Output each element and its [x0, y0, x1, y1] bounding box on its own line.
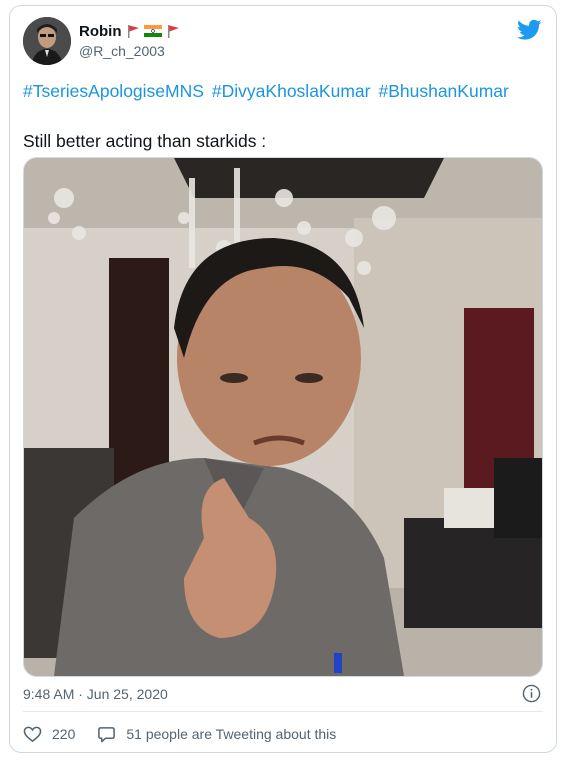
hashtag-link[interactable]: #BhushanKumar [378, 81, 508, 101]
like-button[interactable]: 220 [23, 725, 75, 744]
video-frame [24, 158, 542, 676]
hashtag-link[interactable]: #DivyaKhoslaKumar [212, 81, 371, 101]
red-flag-icon [167, 25, 179, 38]
info-icon[interactable] [522, 684, 541, 703]
conversation-button[interactable]: 51 people are Tweeting about this [97, 725, 336, 744]
tweet-text: Still better acting than starkids : [23, 131, 267, 151]
hashtag-list: #TseriesApologiseMNS #DivyaKhoslaKumar #Bh… [23, 81, 517, 102]
like-count: 220 [52, 726, 76, 742]
tweet-timestamp[interactable]: 9:48 AM · Jun 25, 2020 [23, 686, 168, 702]
india-flag-icon [143, 25, 162, 37]
video-thumbnail[interactable] [23, 157, 543, 677]
hashtag-link[interactable]: #TseriesApologiseMNS [23, 81, 204, 101]
tweet-card: Robin @R_ch_2003 #TseriesApologiseMNS #Di… [9, 5, 557, 753]
heart-icon [23, 726, 42, 742]
user-handle[interactable]: @R_ch_2003 [79, 43, 165, 59]
twitter-bird-icon[interactable] [517, 19, 542, 41]
avatar[interactable] [23, 17, 71, 65]
red-flag-icon [127, 25, 139, 38]
divider [23, 711, 543, 712]
speech-bubble-icon [98, 726, 116, 742]
conversation-text: 51 people are Tweeting about this [126, 726, 337, 742]
display-name[interactable]: Robin [79, 23, 122, 40]
tweet-actions: 220 51 people are Tweeting about this [23, 722, 336, 746]
user-name-row: Robin [79, 22, 180, 40]
